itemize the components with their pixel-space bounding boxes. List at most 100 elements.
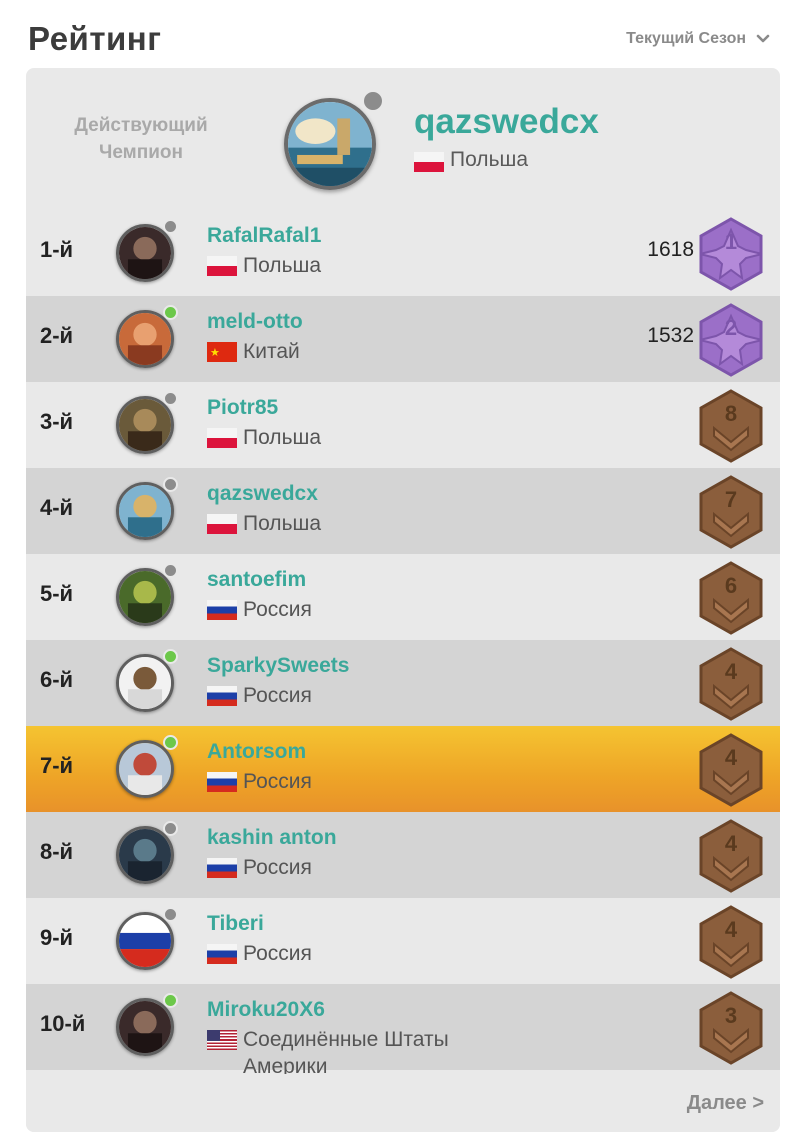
player-name[interactable]: meld-otto bbox=[207, 310, 303, 334]
rank-badge: 1 bbox=[694, 216, 768, 292]
row-rank: 7-й bbox=[40, 753, 74, 778]
player-name[interactable]: santoefim bbox=[207, 568, 306, 592]
flag-poland-icon bbox=[207, 428, 237, 448]
rank-badge-icon: 1 bbox=[699, 217, 763, 291]
player-country-label: Россия bbox=[243, 856, 312, 879]
player-name[interactable]: RafalRafal1 bbox=[207, 224, 321, 248]
leaderboard-card: Действующий Чемпион qazswedcx Польша 1-й… bbox=[26, 68, 780, 1132]
champion-avatar[interactable] bbox=[284, 98, 376, 190]
flag-poland-icon bbox=[207, 256, 237, 276]
flag-poland-icon bbox=[207, 514, 237, 534]
header: Рейтинг Текущий Сезон bbox=[0, 0, 800, 70]
player-country-label: Россия bbox=[243, 770, 312, 793]
player-country: Соединённые Штаты Америки bbox=[207, 1026, 533, 1080]
rank-badge-icon: 2 bbox=[699, 303, 763, 377]
player-country: Россия bbox=[207, 854, 533, 881]
status-dot-icon bbox=[163, 993, 178, 1008]
status-dot-icon bbox=[163, 305, 178, 320]
player-name[interactable]: Piotr85 bbox=[207, 396, 278, 420]
season-label: Текущий Сезон bbox=[626, 30, 746, 47]
page-title: Рейтинг bbox=[28, 20, 162, 57]
player-country-label: Россия bbox=[243, 684, 312, 707]
player-country-label: Польша bbox=[243, 512, 322, 535]
player-country-label: Китай bbox=[243, 340, 300, 363]
leaderboard-row[interactable]: 9-й Tiberi Россия 4 bbox=[26, 898, 780, 984]
player-name[interactable]: SparkySweets bbox=[207, 654, 349, 678]
rank-badge: 4 bbox=[694, 904, 768, 980]
player-country: Польша bbox=[207, 252, 533, 279]
chevron-down-icon bbox=[756, 34, 770, 43]
more-link[interactable]: Далее > bbox=[687, 1092, 764, 1115]
flag-china-icon bbox=[207, 340, 237, 367]
svg-text:6: 6 bbox=[725, 573, 737, 598]
player-name[interactable]: qazswedcx bbox=[207, 482, 318, 506]
player-country: Польша bbox=[207, 424, 533, 451]
flag-russia-icon bbox=[207, 686, 237, 706]
status-dot-icon bbox=[163, 563, 178, 578]
player-country-label: Польша bbox=[243, 426, 322, 449]
player-score: 1532 bbox=[647, 324, 694, 347]
player-name[interactable]: Tiberi bbox=[207, 912, 264, 936]
row-rank: 10-й bbox=[40, 1011, 86, 1036]
rank-badge-icon: 6 bbox=[699, 561, 763, 635]
row-rank: 5-й bbox=[40, 581, 74, 606]
leaderboard-footer: Далее > bbox=[26, 1074, 780, 1132]
rank-badge: 4 bbox=[694, 732, 768, 808]
status-dot-icon bbox=[163, 477, 178, 492]
status-dot-icon bbox=[163, 907, 178, 922]
svg-text:4: 4 bbox=[725, 745, 738, 770]
row-rank: 4-й bbox=[40, 495, 74, 520]
leaderboard-row[interactable]: 8-й kashin anton Россия 4 bbox=[26, 812, 780, 898]
leaderboard-row[interactable]: 2-й meld-otto Китай 1532 2 bbox=[26, 296, 780, 382]
leaderboard-row[interactable]: 6-й SparkySweets Россия 4 bbox=[26, 640, 780, 726]
player-country-label: Россия bbox=[243, 942, 312, 965]
player-country: Россия bbox=[207, 682, 533, 709]
player-country: Россия bbox=[207, 596, 533, 623]
flag-russia-icon bbox=[207, 858, 237, 878]
row-rank: 8-й bbox=[40, 839, 74, 864]
status-dot-icon bbox=[163, 649, 178, 664]
row-rank: 3-й bbox=[40, 409, 74, 434]
leaderboard-row[interactable]: 4-й qazswedcx Польша 7 bbox=[26, 468, 780, 554]
player-country: Россия bbox=[207, 768, 533, 795]
champion-label-line1: Действующий bbox=[74, 115, 208, 136]
status-dot-icon bbox=[163, 219, 178, 234]
season-dropdown[interactable]: Текущий Сезон bbox=[626, 30, 770, 48]
status-dot-icon bbox=[163, 391, 178, 406]
player-country-label: Соединённые Штаты Америки bbox=[243, 1028, 449, 1078]
row-rank: 1-й bbox=[40, 237, 74, 262]
status-dot-icon bbox=[163, 735, 178, 750]
leaderboard-row[interactable]: 5-й santoefim Россия 6 bbox=[26, 554, 780, 640]
svg-text:7: 7 bbox=[725, 487, 737, 512]
svg-text:2: 2 bbox=[725, 315, 737, 340]
rating-page: Рейтинг Текущий Сезон Действующий Чемпио… bbox=[0, 0, 800, 1148]
rank-badge: 4 bbox=[694, 646, 768, 722]
champion-label-line2: Чемпион bbox=[99, 142, 183, 163]
row-rank: 2-й bbox=[40, 323, 74, 348]
status-dot-icon bbox=[163, 821, 178, 836]
svg-text:3: 3 bbox=[725, 1003, 737, 1028]
rank-badge-icon: 4 bbox=[699, 733, 763, 807]
svg-text:4: 4 bbox=[725, 659, 738, 684]
flag-russia-icon bbox=[207, 772, 237, 792]
flag-poland-icon bbox=[414, 152, 444, 172]
player-name[interactable]: Antorsom bbox=[207, 740, 306, 764]
leaderboard-row[interactable]: 10-й Miroku20X6 Соединённые Штаты Америк… bbox=[26, 984, 780, 1078]
champion-label: Действующий Чемпион bbox=[56, 112, 226, 166]
champion-name[interactable]: qazswedcx bbox=[414, 102, 599, 142]
rank-badge-icon: 4 bbox=[699, 905, 763, 979]
svg-text:4: 4 bbox=[725, 831, 738, 856]
svg-text:4: 4 bbox=[725, 917, 738, 942]
flag-russia-icon bbox=[207, 944, 237, 964]
player-name[interactable]: kashin anton bbox=[207, 826, 337, 850]
leaderboard-row[interactable]: 7-й Antorsom Россия 4 bbox=[26, 726, 780, 812]
player-name[interactable]: Miroku20X6 bbox=[207, 998, 325, 1022]
leaderboard-row[interactable]: 3-й Piotr85 Польша 8 bbox=[26, 382, 780, 468]
player-score: 1618 bbox=[647, 238, 694, 261]
svg-text:1: 1 bbox=[725, 229, 737, 254]
rank-badge-icon: 4 bbox=[699, 819, 763, 893]
current-champion: Действующий Чемпион qazswedcx Польша bbox=[26, 68, 780, 210]
rank-badge: 2 bbox=[694, 302, 768, 378]
leaderboard-row[interactable]: 1-й RafalRafal1 Польша 1618 1 bbox=[26, 210, 780, 296]
rank-badge: 3 bbox=[694, 990, 768, 1066]
